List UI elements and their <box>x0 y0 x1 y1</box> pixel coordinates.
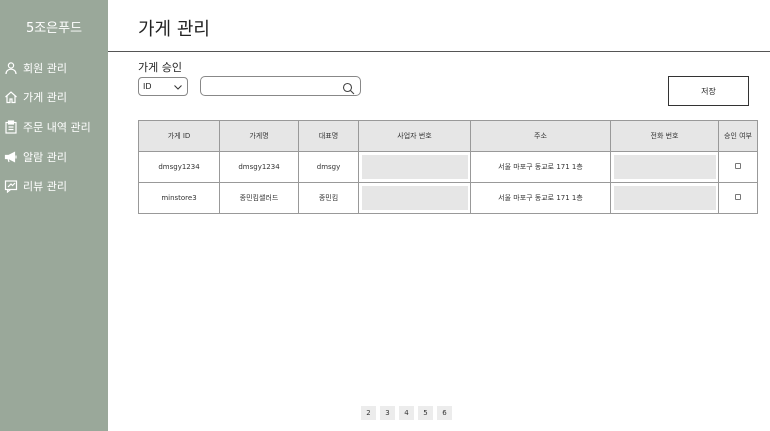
masked-phone-number <box>613 186 716 210</box>
approval-checkbox[interactable] <box>735 163 741 169</box>
sidebar-item-label: 회원 관리 <box>23 62 67 75</box>
sidebar-item-label: 가게 관리 <box>23 91 67 104</box>
table-header-row: 가게 ID 가게명 대표명 사업자 번호 주소 전화 번호 승인 여부 <box>138 120 758 152</box>
cell-store-name: dmsgy1234 <box>219 151 299 183</box>
column-header-phone: 전화 번호 <box>610 120 719 152</box>
megaphone-icon <box>4 150 18 164</box>
cell-approval <box>718 182 758 214</box>
page-title: 가게 관리 <box>138 19 210 40</box>
cell-owner: dmsgy <box>298 151 359 183</box>
column-header-owner: 대표명 <box>298 120 359 152</box>
cell-store-id: minstore3 <box>138 182 220 214</box>
cell-approval <box>718 151 758 183</box>
chevron-down-icon <box>173 82 183 92</box>
cell-owner: 종민킴 <box>298 182 359 214</box>
user-icon <box>4 61 18 75</box>
column-header-approval: 승인 여부 <box>718 120 758 152</box>
page-button-4[interactable]: 4 <box>399 406 414 420</box>
cell-address: 서울 마포구 동교로 171 1층 <box>470 151 611 183</box>
masked-phone-number <box>613 155 716 179</box>
section-title: 가게 승인 <box>138 61 182 74</box>
cell-store-name: 종민킴샐러드 <box>219 182 299 214</box>
column-header-business-number: 사업자 번호 <box>358 120 471 152</box>
cell-business-number <box>358 151 471 183</box>
cell-phone <box>610 182 719 214</box>
page-button-6[interactable]: 6 <box>437 406 452 420</box>
column-header-address: 주소 <box>470 120 611 152</box>
brand-logo: 5조은푸드 <box>25 21 83 36</box>
search-icon[interactable] <box>342 80 355 95</box>
approval-checkbox[interactable] <box>735 194 741 200</box>
sidebar-item-alarms[interactable]: 알람 관리 <box>4 148 108 166</box>
sidebar-item-stores[interactable]: 가게 관리 <box>4 88 108 106</box>
select-value: ID <box>143 82 152 91</box>
sidebar-item-reviews[interactable]: 리뷰 관리 <box>4 177 108 195</box>
review-icon <box>4 179 18 193</box>
search-input[interactable] <box>207 79 337 93</box>
sidebar-item-label: 알람 관리 <box>23 151 67 164</box>
sidebar-item-label: 리뷰 관리 <box>23 180 67 193</box>
sidebar: 5조은푸드 회원 관리 가게 관리 주문 내역 관리 알람 관리 리뷰 관리 <box>0 0 108 431</box>
home-icon <box>4 90 18 104</box>
sidebar-item-orders[interactable]: 주문 내역 관리 <box>4 118 108 136</box>
save-button[interactable]: 저장 <box>668 76 749 106</box>
cell-address: 서울 마포구 동교로 171 1층 <box>470 182 611 214</box>
search-type-select[interactable]: ID <box>138 77 188 96</box>
masked-business-number <box>361 155 468 179</box>
cell-phone <box>610 151 719 183</box>
search-box <box>200 76 361 96</box>
cell-business-number <box>358 182 471 214</box>
sidebar-item-members[interactable]: 회원 관리 <box>4 59 108 77</box>
page-button-5[interactable]: 5 <box>418 406 433 420</box>
pagination: 2 3 4 5 6 <box>361 406 452 420</box>
store-approval-table: 가게 ID 가게명 대표명 사업자 번호 주소 전화 번호 승인 여부 dmsg… <box>138 120 758 214</box>
page-button-2[interactable]: 2 <box>361 406 376 420</box>
table-row: minstore3 종민킴샐러드 종민킴 서울 마포구 동교로 171 1층 <box>138 182 758 214</box>
cell-store-id: dmsgy1234 <box>138 151 220 183</box>
column-header-store-id: 가게 ID <box>138 120 220 152</box>
page-button-3[interactable]: 3 <box>380 406 395 420</box>
column-header-store-name: 가게명 <box>219 120 299 152</box>
table-row: dmsgy1234 dmsgy1234 dmsgy 서울 마포구 동교로 171… <box>138 151 758 183</box>
masked-business-number <box>361 186 468 210</box>
sidebar-item-label: 주문 내역 관리 <box>23 121 91 134</box>
clipboard-icon <box>4 120 18 134</box>
header-divider <box>108 51 770 52</box>
